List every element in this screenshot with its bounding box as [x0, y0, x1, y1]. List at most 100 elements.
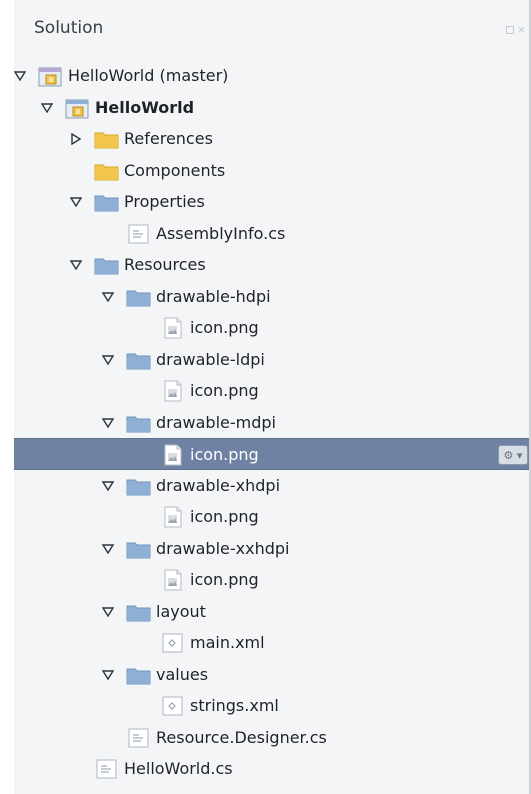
tree-item-label: Components [124, 161, 226, 180]
tree-item-content: drawable-hdpi [102, 285, 271, 309]
tree-item-content: main.xml [136, 631, 265, 655]
tree-item-label: Resource.Designer.cs [156, 728, 327, 747]
expand-triangle-icon[interactable] [70, 196, 82, 208]
tree-item-content: layout [102, 600, 206, 624]
tree-item-content: icon.png [136, 379, 259, 403]
image-file-icon [160, 380, 185, 402]
expand-triangle-icon[interactable] [102, 417, 114, 429]
tree-item[interactable]: icon.png [14, 312, 531, 343]
tree-item-content: Components [70, 159, 225, 183]
tree-item-content: strings.xml [136, 694, 279, 718]
folder-icon [126, 349, 151, 371]
tree-item-label: layout [156, 602, 206, 621]
tree-item[interactable]: drawable-xxhdpi [14, 533, 531, 564]
tree-item[interactable]: Resources [14, 249, 531, 280]
folder-icon [126, 412, 151, 434]
tree-item-label: HelloWorld (master) [68, 66, 229, 85]
project-icon [65, 97, 90, 119]
tree-item[interactable]: Components [14, 155, 531, 186]
tree-item-content: HelloWorld.cs [70, 757, 233, 781]
tree-item[interactable]: AssemblyInfo.cs [14, 218, 531, 249]
tree-item[interactable]: HelloWorld.cs [14, 753, 531, 784]
tree-item-content: drawable-xxhdpi [102, 537, 289, 561]
tree-item[interactable]: References [14, 123, 531, 154]
tree-item-label: main.xml [190, 633, 265, 652]
tree-item[interactable]: Properties [14, 186, 531, 217]
tree-item[interactable]: drawable-mdpi [14, 407, 531, 438]
xml-file-icon [160, 632, 185, 654]
tree-item-label: HelloWorld [95, 98, 195, 117]
tree-item-label: drawable-mdpi [156, 413, 276, 432]
tree-item-content: Resources [70, 253, 206, 277]
folder-icon [126, 286, 151, 308]
tree-item-label: strings.xml [190, 696, 279, 715]
tree-item[interactable]: icon.png [14, 564, 531, 595]
tree-item-label: icon.png [190, 445, 259, 464]
tree-item-label: icon.png [190, 570, 259, 589]
expand-triangle-icon[interactable] [102, 354, 114, 366]
tree-item[interactable]: icon.png [14, 375, 531, 406]
collapsed-triangle-icon[interactable] [70, 133, 82, 145]
expand-triangle-icon[interactable] [102, 543, 114, 555]
tree-item[interactable]: icon.png [14, 501, 531, 532]
close-icon[interactable]: × [517, 24, 526, 35]
tree-item[interactable]: drawable-hdpi [14, 281, 531, 312]
tree-item[interactable]: layout [14, 596, 531, 627]
image-file-icon [160, 569, 185, 591]
panel-controls: × [505, 24, 526, 35]
tree-item-content: values [102, 663, 208, 687]
tree-item-content: icon.png [136, 505, 259, 529]
expand-triangle-icon[interactable] [102, 291, 114, 303]
tree-item-label: HelloWorld.cs [124, 759, 233, 778]
tree-item-label: Resources [124, 255, 206, 274]
tree-item-label: icon.png [190, 381, 259, 400]
tree-item-label: AssemblyInfo.cs [156, 224, 286, 243]
dock-icon[interactable] [505, 26, 514, 34]
xml-file-icon [160, 695, 185, 717]
tree-item[interactable]: drawable-ldpi [14, 344, 531, 375]
solution-icon [38, 65, 63, 87]
expand-triangle-icon[interactable] [70, 259, 82, 271]
tree-item-content: Resource.Designer.cs [102, 726, 327, 750]
panel-header: Solution × [14, 0, 531, 60]
tree-item-content: References [70, 127, 213, 151]
tree-item-content: icon.png [136, 443, 259, 467]
tree-item-content: Properties [70, 190, 205, 214]
tree-item[interactable]: HelloWorld (master) [14, 60, 531, 91]
tree-item[interactable]: main.xml [14, 627, 531, 658]
tree-item-label: References [124, 129, 213, 148]
gear-icon[interactable]: ⚙ ▾ [498, 445, 528, 465]
tree-item-content: icon.png [136, 316, 259, 340]
tree-item-content: HelloWorld [41, 96, 194, 120]
expand-triangle-icon[interactable] [41, 102, 53, 114]
tree-item-label: icon.png [190, 318, 259, 337]
tree-item[interactable]: icon.png ⚙ ▾ [14, 438, 531, 470]
tree-item[interactable]: drawable-xhdpi [14, 470, 531, 501]
folder-icon [94, 191, 119, 213]
tree-item-label: drawable-xxhdpi [156, 539, 290, 558]
folder-icon [94, 160, 119, 182]
code-file-icon [94, 758, 119, 780]
tree-item-content: drawable-mdpi [102, 411, 276, 435]
tree-item[interactable]: Resource.Designer.cs [14, 722, 531, 753]
tree-item-content: AssemblyInfo.cs [102, 222, 285, 246]
folder-icon [94, 128, 119, 150]
folder-icon [94, 254, 119, 276]
expand-triangle-icon[interactable] [102, 669, 114, 681]
tree-item-content: HelloWorld (master) [14, 64, 228, 88]
image-file-icon [160, 444, 185, 466]
tree-item[interactable]: values [14, 659, 531, 690]
folder-icon [126, 475, 151, 497]
expand-triangle-icon[interactable] [14, 70, 26, 82]
image-file-icon [160, 506, 185, 528]
tree-item[interactable]: HelloWorld [14, 92, 531, 123]
tree-item-content: icon.png [136, 568, 259, 592]
tree-item-content: drawable-xhdpi [102, 474, 280, 498]
tree-item[interactable]: strings.xml [14, 690, 531, 721]
expand-triangle-icon[interactable] [102, 480, 114, 492]
folder-icon [126, 664, 151, 686]
tree-item-content: drawable-ldpi [102, 348, 265, 372]
tree-item-label: drawable-ldpi [156, 350, 265, 369]
expand-triangle-icon[interactable] [102, 606, 114, 618]
tree-item-label: drawable-hdpi [156, 287, 271, 306]
